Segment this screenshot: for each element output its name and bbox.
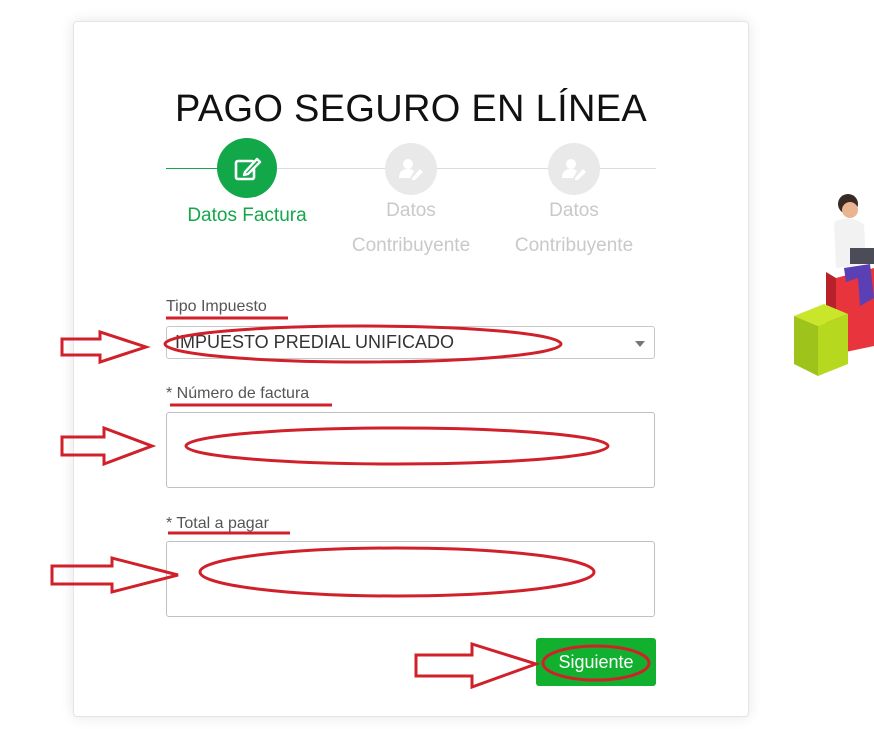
payment-card: PAGO SEGURO EN LÍNEA Datos Factura Datos… xyxy=(73,21,749,717)
tipo-impuesto-value: IMPUESTO PREDIAL UNIFICADO xyxy=(175,332,455,352)
step-3-circle[interactable] xyxy=(548,143,600,195)
step-3-label: Datos Contribuyente xyxy=(514,200,634,256)
user-edit-icon xyxy=(399,159,423,180)
total-pagar-label: * Total a pagar xyxy=(166,515,269,532)
total-pagar-input[interactable] xyxy=(166,541,655,617)
step-1-label: Datos Factura xyxy=(187,205,307,226)
tipo-impuesto-select[interactable]: IMPUESTO PREDIAL UNIFICADO xyxy=(166,326,655,359)
step-1-circle[interactable] xyxy=(217,138,277,198)
person-on-boxes-illustration xyxy=(794,194,874,376)
step-2-circle[interactable] xyxy=(385,143,437,195)
page-title: PAGO SEGURO EN LÍNEA xyxy=(175,88,647,130)
siguiente-button[interactable]: Siguiente xyxy=(536,638,656,686)
numero-factura-input[interactable] xyxy=(166,412,655,488)
chevron-down-icon xyxy=(635,341,645,347)
step-2-label: Datos Contribuyente xyxy=(351,200,471,256)
user-edit-icon xyxy=(562,159,586,180)
numero-factura-label: * Número de factura xyxy=(166,385,310,402)
edit-icon xyxy=(234,157,262,181)
tipo-impuesto-label: Tipo Impuesto xyxy=(166,298,267,315)
